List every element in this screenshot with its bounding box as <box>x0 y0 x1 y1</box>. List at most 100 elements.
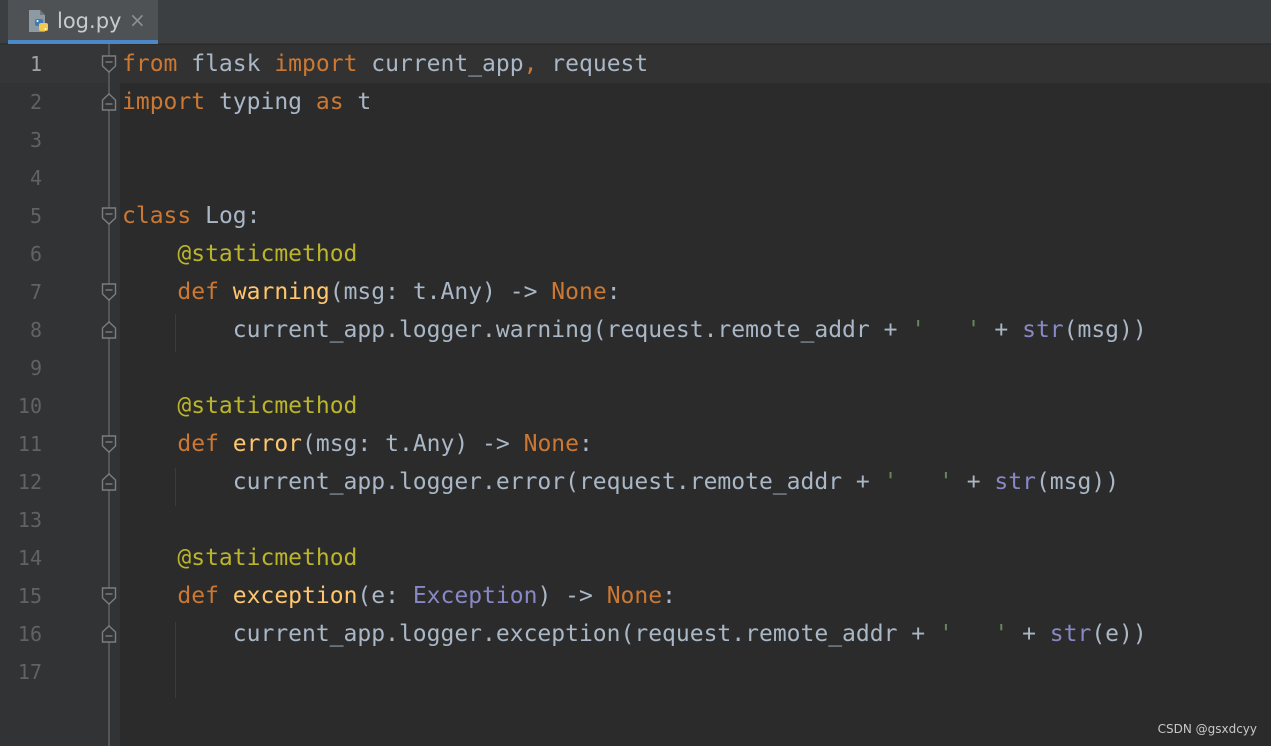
code-token: (msg: t.Any) -> <box>302 431 524 457</box>
editor-tab-bar: log.py × <box>0 0 1271 44</box>
code-text[interactable]: from flask import current_app, request <box>122 45 648 83</box>
code-line[interactable]: 5 class Log: <box>0 197 1271 235</box>
fold-start-icon[interactable] <box>101 54 117 74</box>
fold-start-icon[interactable] <box>101 586 117 606</box>
line-number[interactable]: 14 <box>0 539 42 577</box>
code-token: flask <box>177 51 275 77</box>
python-file-icon <box>29 10 48 32</box>
code-token: @staticmethod <box>177 241 358 267</box>
code-token: exception <box>232 583 358 609</box>
code-token: as <box>315 89 344 115</box>
line-number[interactable]: 12 <box>0 463 42 501</box>
tab-title: log.py <box>57 9 122 33</box>
line-number[interactable]: 1 <box>0 45 42 83</box>
fold-start-icon[interactable] <box>101 282 117 302</box>
code-text[interactable]: class Log: <box>122 197 261 235</box>
fold-end-icon[interactable] <box>101 320 117 340</box>
code-text[interactable]: current_app.logger.exception(request.rem… <box>122 615 1147 653</box>
code-token: str <box>1022 317 1064 343</box>
line-number[interactable]: 6 <box>0 235 42 273</box>
line-number[interactable]: 13 <box>0 501 42 539</box>
code-token: request <box>537 51 649 77</box>
watermark: CSDN @gsxdcyy <box>1157 722 1257 736</box>
code-text[interactable]: @staticmethod <box>122 235 357 273</box>
code-token: + <box>952 469 995 495</box>
code-editor[interactable]: 1 from flask import current_app, request 2… <box>0 44 1271 746</box>
code-token: t <box>343 89 372 115</box>
code-line[interactable]: 10 @staticmethod <box>0 387 1271 425</box>
code-line[interactable]: 15 def exception(e: Exception) -> None: <box>0 577 1271 615</box>
line-number[interactable]: 15 <box>0 577 42 615</box>
code-token: : <box>606 279 621 305</box>
code-token: (msg)) <box>1063 317 1147 343</box>
code-line[interactable]: 16 current_app.logger.exception(request.… <box>0 615 1271 653</box>
fold-start-icon[interactable] <box>101 206 117 226</box>
line-number[interactable]: 9 <box>0 349 42 387</box>
code-line[interactable]: 7 def warning(msg: t.Any) -> None: <box>0 273 1271 311</box>
code-token: (msg)) <box>1035 469 1120 495</box>
code-token: current_app.logger.warning(request.remot… <box>122 317 912 343</box>
code-token: ' ' <box>911 317 981 343</box>
code-text[interactable]: current_app.logger.warning(request.remot… <box>122 311 1147 349</box>
code-token: current_app.logger.error(request.remote_… <box>122 469 884 495</box>
line-number[interactable]: 10 <box>0 387 42 425</box>
code-line[interactable]: 6 @staticmethod <box>0 235 1271 273</box>
code-token: import <box>122 89 206 115</box>
code-text[interactable]: def exception(e: Exception) -> None: <box>122 577 676 615</box>
code-token: error <box>232 431 303 457</box>
fold-end-icon[interactable] <box>101 624 117 644</box>
close-icon[interactable]: × <box>129 9 146 31</box>
code-text[interactable]: current_app.logger.error(request.remote_… <box>122 463 1119 501</box>
code-line[interactable]: 13 <box>0 501 1271 539</box>
code-line[interactable]: 3 <box>0 121 1271 159</box>
code-text[interactable]: import typing as t <box>122 83 371 121</box>
line-number[interactable]: 5 <box>0 197 42 235</box>
line-number[interactable]: 17 <box>0 653 42 691</box>
code-line[interactable]: 1 from flask import current_app, request <box>0 45 1271 83</box>
file-tab-log-py[interactable]: log.py × <box>8 0 158 44</box>
code-token: Log: <box>191 203 261 229</box>
code-token: + <box>1008 621 1050 647</box>
line-number[interactable]: 16 <box>0 615 42 653</box>
code-token: Exception <box>412 583 538 609</box>
fold-start-icon[interactable] <box>101 434 117 454</box>
code-text[interactable]: def warning(msg: t.Any) -> None: <box>122 273 621 311</box>
code-text[interactable]: @staticmethod <box>122 539 357 577</box>
code-line[interactable]: 17 <box>0 653 1271 691</box>
code-token: (e: <box>357 583 413 609</box>
code-token: None <box>523 431 579 457</box>
line-number[interactable]: 2 <box>0 83 42 121</box>
code-token: : <box>662 583 676 609</box>
code-token: import <box>274 51 358 77</box>
line-number[interactable]: 3 <box>0 121 42 159</box>
code-token: None <box>606 583 663 609</box>
code-token: def <box>177 431 219 457</box>
code-line[interactable]: 11 def error(msg: t.Any) -> None: <box>0 425 1271 463</box>
code-line[interactable]: 14 @staticmethod <box>0 539 1271 577</box>
line-number[interactable]: 4 <box>0 159 42 197</box>
code-line[interactable]: 4 <box>0 159 1271 197</box>
code-text[interactable]: @staticmethod <box>122 387 357 425</box>
line-number[interactable]: 11 <box>0 425 42 463</box>
fold-end-icon[interactable] <box>101 472 117 492</box>
line-number[interactable]: 8 <box>0 311 42 349</box>
code-token: str <box>994 469 1036 495</box>
code-token: def <box>177 583 219 609</box>
code-line[interactable]: 9 <box>0 349 1271 387</box>
code-token: current_app <box>357 51 524 77</box>
code-line[interactable]: 8 current_app.logger.warning(request.rem… <box>0 311 1271 349</box>
code-token: None <box>551 279 607 305</box>
code-text[interactable]: def error(msg: t.Any) -> None: <box>122 425 592 463</box>
code-token: ) -> <box>537 583 607 609</box>
code-line[interactable]: 12 current_app.logger.error(request.remo… <box>0 463 1271 501</box>
code-token: (e)) <box>1091 621 1147 647</box>
code-line[interactable]: 2 import typing as t <box>0 83 1271 121</box>
fold-end-icon[interactable] <box>101 92 117 112</box>
line-number[interactable]: 7 <box>0 273 42 311</box>
